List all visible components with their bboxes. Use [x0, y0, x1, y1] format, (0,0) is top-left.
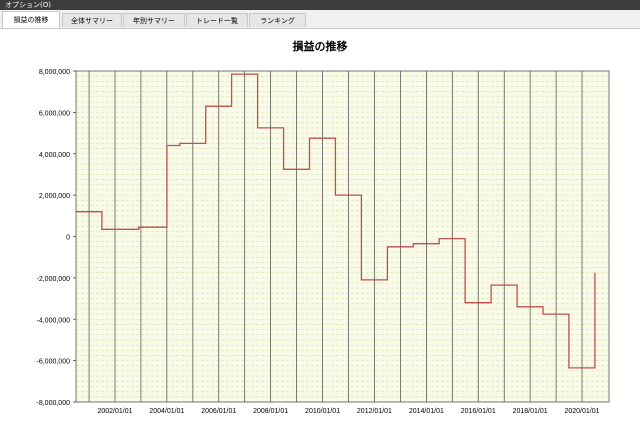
tab-overall-summary[interactable]: 全体サマリー [62, 13, 122, 27]
tab-ranking[interactable]: ランキング [249, 13, 306, 27]
chart-panel: 損益の推移 8,000,000 6,000,000 4,000,000 2,000,0… [0, 29, 640, 445]
x-tick-label: 2012/01/01 [357, 408, 392, 415]
y-tick-label: -2,000,000 [37, 276, 71, 283]
menu-bar: オプション(O) [0, 0, 640, 10]
y-tick-label: 8,000,000 [39, 69, 70, 76]
y-tick-label: 6,000,000 [39, 110, 70, 117]
x-tick-label: 2014/01/01 [409, 408, 444, 415]
y-tick-label: -4,000,000 [37, 317, 71, 324]
x-tick-label: 2002/01/01 [97, 408, 132, 415]
x-tick-label: 2020/01/01 [564, 408, 599, 415]
y-tick-label: 0 [66, 235, 70, 242]
tab-trade-list[interactable]: トレード一覧 [186, 13, 248, 27]
tab-yearly-summary[interactable]: 年別サマリー [123, 13, 185, 27]
y-tick-label: 2,000,000 [39, 193, 70, 200]
x-tick-label: 2004/01/01 [149, 408, 184, 415]
y-tick-label: -6,000,000 [37, 359, 71, 366]
x-tick-label: 2010/01/01 [305, 408, 340, 415]
x-tick-label: 2006/01/01 [201, 408, 236, 415]
options-menu[interactable]: オプション(O) [0, 1, 51, 9]
y-tick-label: -8,000,000 [37, 400, 71, 407]
tab-bar: 損益の推移 全体サマリー 年別サマリー トレード一覧 ランキング [0, 10, 640, 29]
x-tick-label: 2016/01/01 [461, 408, 496, 415]
y-tick-label: 4,000,000 [39, 152, 70, 159]
x-tick-label: 2018/01/01 [513, 408, 548, 415]
x-tick-label: 2008/01/01 [253, 408, 288, 415]
profit-chart: 8,000,000 6,000,000 4,000,000 2,000,000 0 -2,… [37, 69, 610, 415]
tab-profit-trend[interactable]: 損益の推移 [2, 11, 60, 28]
